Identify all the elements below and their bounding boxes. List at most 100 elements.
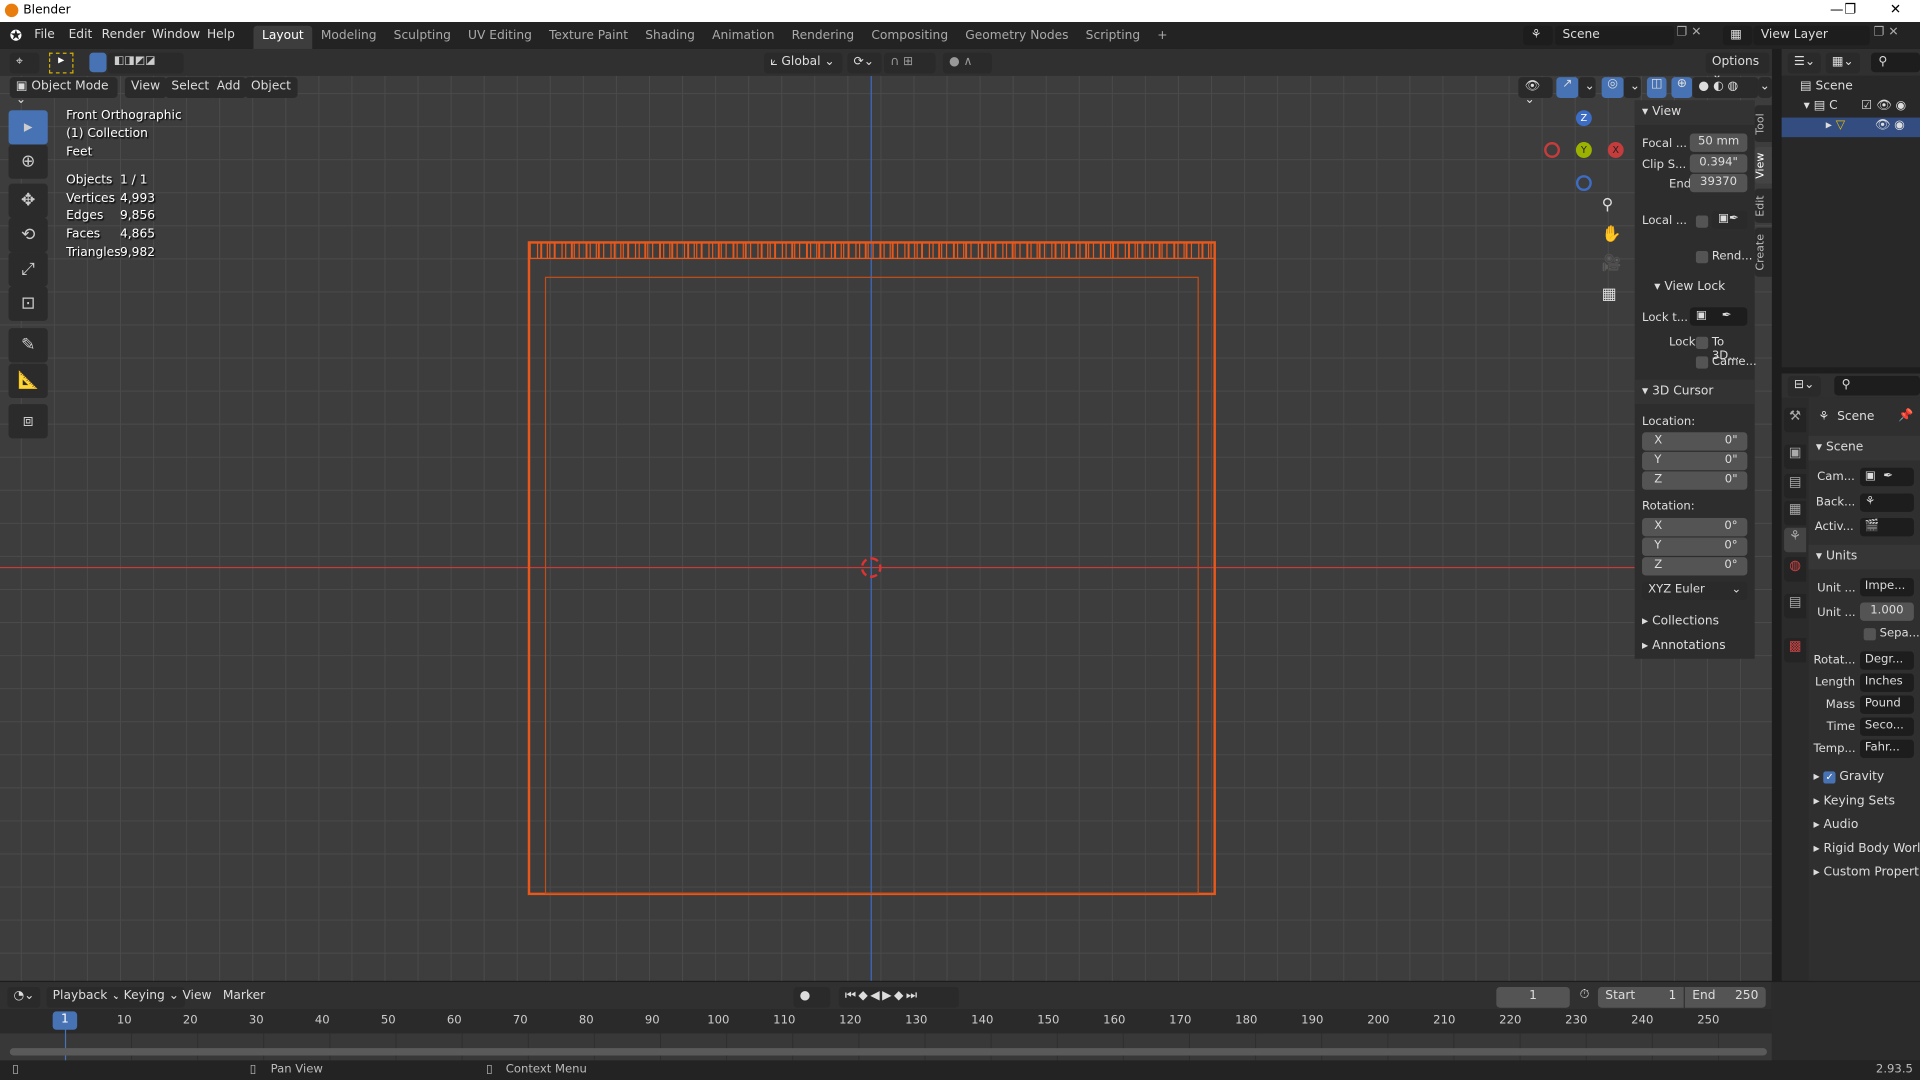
tab-shading[interactable]: Shading bbox=[637, 26, 704, 49]
view-layer-icon[interactable]: ▦ bbox=[1722, 25, 1753, 46]
auto-keying-toggle[interactable]: ● ⌄ bbox=[793, 986, 831, 1016]
tab-sculpting[interactable]: Sculpting bbox=[385, 26, 459, 49]
end-frame-field[interactable]: End 250 bbox=[1684, 986, 1766, 1008]
menu-marker[interactable]: Marker bbox=[223, 989, 265, 1002]
pivot-icon[interactable]: ⟳⌄ bbox=[847, 52, 882, 74]
xray-toggle-icon[interactable]: ◫ bbox=[1646, 77, 1667, 98]
gizmo-toggle-icon[interactable]: ↗ bbox=[1556, 77, 1579, 98]
camera-view-icon[interactable]: 🎥 bbox=[1602, 255, 1622, 273]
transform-orientation[interactable]: ⟀ Global ⌄ bbox=[764, 52, 843, 74]
playback-controls[interactable]: ⏮◆◀▶◆⏭ bbox=[838, 986, 959, 1008]
pin-icon[interactable]: 📌 bbox=[1898, 409, 1913, 422]
rotate-tool[interactable]: ⟲ bbox=[8, 217, 48, 253]
tab-modeling[interactable]: Modeling bbox=[312, 26, 385, 49]
tab-layout[interactable]: Layout bbox=[253, 25, 313, 49]
menu-view[interactable]: View bbox=[124, 77, 167, 98]
measure-tool[interactable]: 📐 bbox=[8, 363, 48, 398]
tab-compositing[interactable]: Compositing bbox=[863, 26, 957, 49]
keying-sets-panel-header[interactable]: ▸ Keying Sets bbox=[1813, 794, 1920, 807]
render-region-checkbox[interactable] bbox=[1695, 251, 1709, 264]
menu-edit[interactable]: Edit bbox=[69, 28, 93, 41]
mode-new-icon[interactable] bbox=[89, 52, 107, 73]
zoom-icon[interactable]: ⚲ bbox=[1602, 196, 1614, 214]
output-tab-icon[interactable]: ▤ bbox=[1784, 473, 1807, 499]
menu-help[interactable]: Help bbox=[207, 28, 235, 41]
transform-tool[interactable]: ⊡ bbox=[8, 286, 48, 321]
tab-uv-editing[interactable]: UV Editing bbox=[459, 26, 540, 49]
current-frame-field[interactable]: 1 bbox=[1496, 986, 1570, 1008]
menu-playback[interactable]: Playback ⌄ bbox=[46, 986, 128, 1008]
rotation-y-field[interactable]: Y 0° bbox=[1642, 537, 1748, 556]
tab-view[interactable]: View bbox=[1754, 146, 1772, 184]
unit-scale-field[interactable]: 1.000 bbox=[1860, 602, 1914, 621]
unit-mass-dropdown[interactable]: Pound bbox=[1860, 695, 1914, 714]
unit-time-dropdown[interactable]: Seco... bbox=[1860, 717, 1914, 736]
menu-timeline-view[interactable]: View bbox=[182, 989, 211, 1002]
gizmo-z-axis[interactable]: Z bbox=[1575, 110, 1592, 127]
tab-tool[interactable]: Tool bbox=[1754, 105, 1772, 143]
tab-scripting[interactable]: Scripting bbox=[1077, 26, 1149, 49]
outliner-object-row[interactable]: ▸ ▽ 👁 ◉ bbox=[1781, 117, 1920, 138]
3d-cursor-header[interactable]: ▾ 3D Cursor bbox=[1634, 379, 1755, 405]
unit-system-dropdown[interactable]: Impe... bbox=[1860, 577, 1914, 597]
start-frame-field[interactable]: Start 1 bbox=[1597, 986, 1684, 1008]
unit-length-dropdown[interactable]: Inches bbox=[1860, 673, 1914, 692]
ortho-grid-icon[interactable]: ▦ bbox=[1602, 285, 1617, 303]
camera-field[interactable]: ▣ ✒ bbox=[1860, 467, 1914, 487]
outliner-editor-type-icon[interactable]: ☰⌄ bbox=[1787, 52, 1822, 74]
unit-temp-dropdown[interactable]: Fahr... bbox=[1860, 739, 1914, 758]
mode-selector[interactable]: ▣ Object Mode ⌄ bbox=[9, 77, 118, 107]
timeline-editor-type-icon[interactable]: ◔⌄ bbox=[7, 986, 41, 1008]
units-panel-header[interactable]: ▾ Units bbox=[1808, 544, 1920, 570]
proportional-edit-icon[interactable]: ● ∧ bbox=[942, 52, 992, 74]
view-layer-selector[interactable]: View Layer bbox=[1753, 25, 1870, 46]
gizmo-x-axis[interactable]: X bbox=[1607, 142, 1624, 158]
collections-panel-header[interactable]: ▸ Collections bbox=[1642, 615, 1719, 628]
menu-object[interactable]: Object bbox=[244, 77, 298, 98]
gravity-checkbox[interactable]: ✓ bbox=[1823, 771, 1836, 784]
texture-tab-icon[interactable]: ▩ bbox=[1784, 637, 1807, 663]
editor-type-icon[interactable]: ⌖ bbox=[9, 52, 40, 74]
overlays-dropdown[interactable]: ⌄ bbox=[1623, 77, 1641, 98]
menu-window[interactable]: Window bbox=[152, 28, 200, 41]
background-scene-field[interactable]: ⚘ bbox=[1860, 493, 1914, 512]
outliner-search-icon[interactable]: ⚲ bbox=[1871, 52, 1920, 73]
tab-texture-paint[interactable]: Texture Paint bbox=[540, 26, 636, 49]
audio-panel-header[interactable]: ▸ Audio bbox=[1813, 818, 1920, 831]
display-mode-icon[interactable]: ▦⌄ bbox=[1825, 52, 1860, 74]
outliner-collection-row[interactable]: ▾ ▤ C ☑ 👁 ◉ bbox=[1804, 99, 1920, 112]
render-tab-icon[interactable]: ▣ bbox=[1784, 444, 1807, 469]
wireframe-shading-icon[interactable]: ⊕ bbox=[1671, 77, 1693, 98]
scale-tool[interactable]: ⤢ bbox=[8, 252, 48, 287]
local-camera-checkbox[interactable] bbox=[1695, 215, 1709, 228]
annotations-panel-header[interactable]: ▸ Annotations bbox=[1642, 639, 1726, 652]
cursor-tool[interactable]: ⊕ bbox=[8, 144, 48, 179]
scene-selector[interactable]: Scene bbox=[1555, 25, 1674, 46]
unit-rotat-dropdown[interactable]: Degr... bbox=[1860, 651, 1914, 670]
menu-file[interactable]: File bbox=[34, 28, 54, 41]
blender-menu-icon[interactable]: ✪ bbox=[10, 27, 22, 44]
rigid-body-world-panel-header[interactable]: ▸ Rigid Body World bbox=[1813, 842, 1920, 855]
properties-search-icon[interactable]: ⚲ bbox=[1834, 375, 1920, 396]
scene-type-icon[interactable]: ⚘ bbox=[1523, 25, 1553, 46]
active-clip-field[interactable]: 🎬 bbox=[1860, 517, 1914, 537]
visibility-icon[interactable]: 👁⌄ bbox=[1518, 77, 1553, 107]
options-button[interactable]: Options ⌄ bbox=[1705, 52, 1770, 82]
menu-add[interactable]: Add bbox=[210, 77, 247, 98]
shading-modes[interactable]: ● ◐ ◍ bbox=[1692, 77, 1759, 98]
view-panel-header[interactable]: ▾ View bbox=[1634, 100, 1755, 125]
3d-cursor-icon[interactable] bbox=[860, 557, 882, 578]
pan-hand-icon[interactable]: ✋ bbox=[1602, 225, 1622, 243]
menu-keying[interactable]: Keying ⌄ bbox=[117, 986, 186, 1008]
playhead[interactable]: 1 bbox=[52, 1011, 78, 1030]
tab-rendering[interactable]: Rendering bbox=[783, 26, 863, 49]
tool-tab-icon[interactable]: ⚒ bbox=[1784, 407, 1807, 433]
outliner-scene-row[interactable]: ▤ Scene bbox=[1800, 80, 1853, 93]
select-tool[interactable]: ▸ bbox=[8, 110, 48, 145]
collection-tab-icon[interactable]: ▤ bbox=[1784, 593, 1807, 619]
scene-tab-icon[interactable]: ⚘ bbox=[1784, 527, 1807, 553]
maximize-button[interactable]: ❐ bbox=[1832, 1, 1869, 21]
tab-edit[interactable]: Edit bbox=[1754, 188, 1772, 223]
rotation-z-field[interactable]: Z 0° bbox=[1642, 557, 1748, 576]
lock-camera-checkbox[interactable] bbox=[1695, 356, 1709, 369]
